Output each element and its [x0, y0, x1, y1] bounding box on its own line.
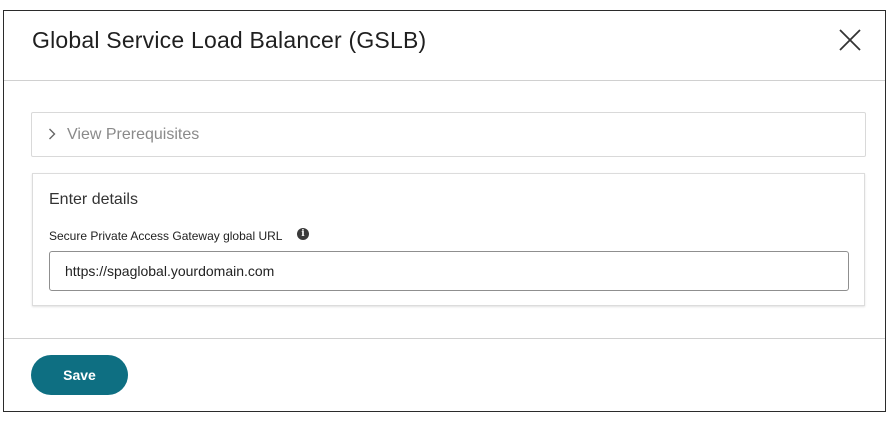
gateway-url-input[interactable]	[49, 251, 849, 291]
dialog-title: Global Service Load Balancer (GSLB)	[32, 27, 427, 53]
gslb-dialog: Global Service Load Balancer (GSLB) View…	[3, 10, 886, 412]
info-icon[interactable]: i	[297, 228, 309, 240]
view-prerequisites-toggle[interactable]: View Prerequisites	[31, 112, 866, 157]
close-button[interactable]	[837, 27, 863, 53]
save-button[interactable]: Save	[31, 355, 128, 395]
gateway-url-label: Secure Private Access Gateway global URL	[49, 229, 283, 243]
dialog-header: Global Service Load Balancer (GSLB)	[4, 11, 885, 81]
close-icon	[839, 29, 861, 51]
chevron-right-icon	[49, 128, 56, 140]
enter-details-heading: Enter details	[49, 191, 138, 208]
enter-details-panel: Enter details Secure Private Access Gate…	[32, 173, 865, 306]
view-prerequisites-label: View Prerequisites	[67, 126, 200, 143]
footer-divider	[4, 338, 885, 339]
